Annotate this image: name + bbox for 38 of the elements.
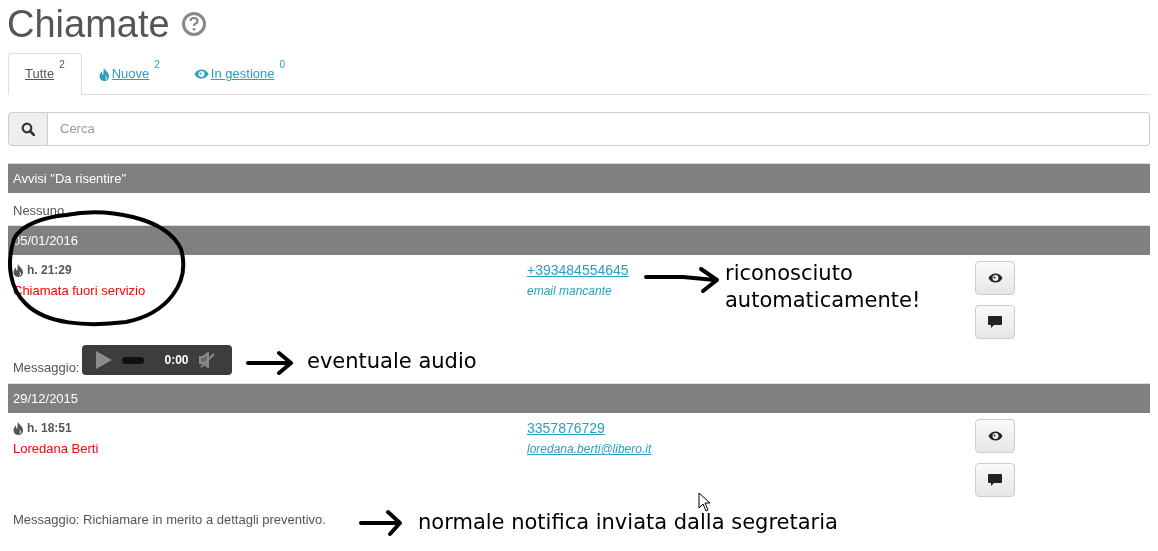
tab[interactable]: Tutte $^{2}$ bbox=[8, 53, 82, 95]
annotation-arrow bbox=[358, 509, 404, 537]
audio-time: 0:00 bbox=[164, 352, 189, 369]
annotation-text: eventuale audio bbox=[307, 348, 477, 375]
page-title: Chiamate bbox=[7, 5, 170, 43]
annotation-text: normale notifica inviata dalla segretaria bbox=[418, 509, 838, 536]
view-button[interactable] bbox=[975, 261, 1015, 295]
empty-text: Nessuno bbox=[12, 202, 66, 220]
tab[interactable]: In gestione $^{0}$ bbox=[176, 53, 303, 95]
call-time: h. 18:51 bbox=[27, 420, 72, 437]
email-link[interactable]: loredana.berti@libero.it bbox=[527, 440, 652, 458]
annotation-text: riconosciuto automaticamente! bbox=[725, 260, 922, 314]
flame-icon bbox=[98, 67, 110, 81]
date-header: 29/12/2015 bbox=[8, 383, 1150, 413]
caller-name: Loredana Berti bbox=[13, 440, 100, 458]
play-icon[interactable] bbox=[96, 351, 113, 369]
phone-link[interactable]: +393484554645 bbox=[527, 261, 629, 279]
mute-icon[interactable] bbox=[198, 352, 215, 368]
eye-icon bbox=[987, 431, 1003, 441]
annotation-arrow bbox=[245, 350, 295, 376]
speech-bubble-icon bbox=[988, 473, 1002, 487]
section-header: Avvisi "Da risentire" bbox=[8, 163, 1150, 193]
search-icon bbox=[21, 122, 35, 136]
message-text: Messaggio: Richiamare in merito a dettagli preventivo. bbox=[13, 510, 326, 529]
phone-link[interactable]: 3357876729 bbox=[527, 419, 605, 437]
tab[interactable]: Nuove $^{2}$ bbox=[81, 53, 177, 95]
search-field[interactable]: Cerca bbox=[48, 112, 1150, 146]
missing-email-text: email mancante bbox=[527, 283, 612, 300]
comment-button[interactable] bbox=[975, 305, 1015, 339]
view-button[interactable] bbox=[975, 419, 1015, 453]
message-label: Messaggio: bbox=[13, 361, 80, 375]
comment-button[interactable] bbox=[975, 463, 1015, 497]
mouse-cursor-icon bbox=[698, 492, 711, 512]
call-time: h. 21:29 bbox=[27, 262, 72, 279]
help-icon[interactable] bbox=[181, 12, 206, 36]
eye-icon bbox=[193, 69, 209, 79]
speech-bubble-icon bbox=[988, 315, 1002, 329]
eye-icon bbox=[987, 273, 1003, 283]
